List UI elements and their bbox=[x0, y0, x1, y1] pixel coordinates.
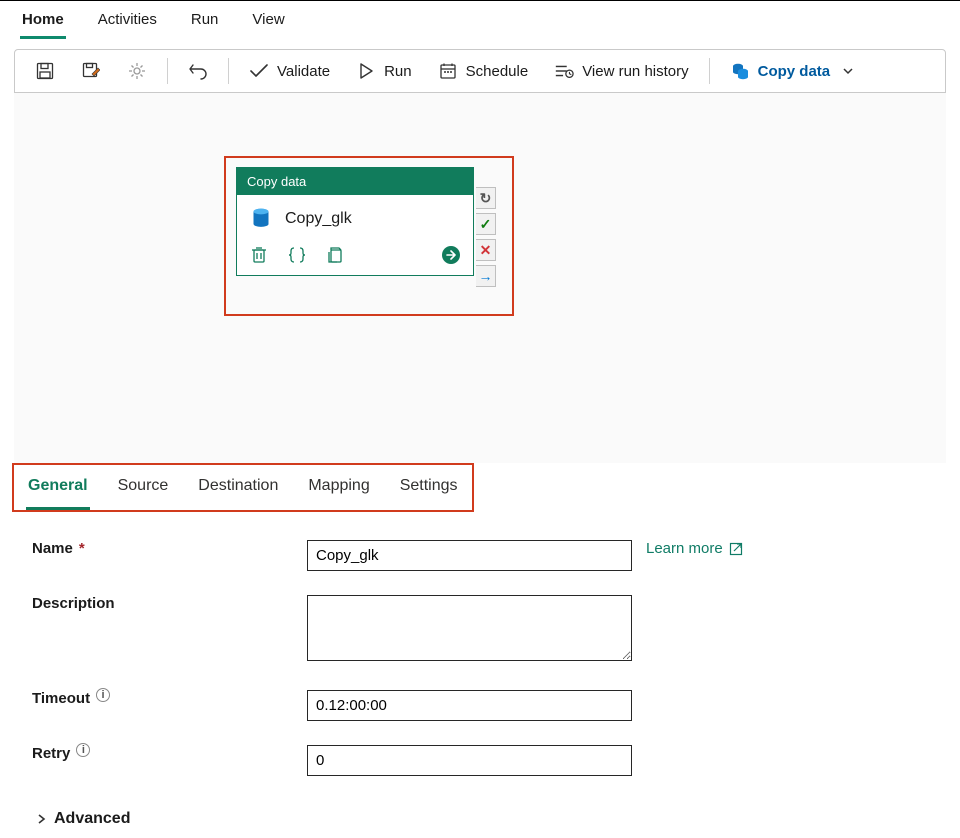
copy-data-label: Copy data bbox=[758, 63, 831, 80]
description-input[interactable] bbox=[307, 595, 632, 661]
retry-input[interactable] bbox=[307, 745, 632, 776]
external-link-icon bbox=[729, 542, 743, 556]
undo-icon bbox=[188, 61, 208, 81]
save-as-icon bbox=[81, 61, 101, 81]
required-indicator: * bbox=[79, 540, 85, 557]
play-icon bbox=[356, 61, 376, 81]
activity-status-handles: ↻ ✓ ✕ → bbox=[476, 187, 496, 287]
info-icon[interactable]: i bbox=[96, 688, 110, 702]
activity-body: Copy_glk bbox=[237, 195, 473, 239]
loop-handle[interactable]: ↻ bbox=[476, 187, 496, 209]
arrow-right-circle-icon[interactable] bbox=[441, 245, 461, 265]
validate-label: Validate bbox=[277, 63, 330, 80]
save-button[interactable] bbox=[25, 55, 65, 87]
database-icon bbox=[730, 61, 750, 81]
name-label: Name* bbox=[32, 540, 307, 557]
schedule-label: Schedule bbox=[466, 63, 529, 80]
save-icon bbox=[35, 61, 55, 81]
properties-panel: General Source Destination Mapping Setti… bbox=[0, 463, 960, 838]
info-icon[interactable]: i bbox=[76, 743, 90, 757]
general-form: Name* Learn more Description Timeout i bbox=[12, 512, 948, 810]
tab-destination[interactable]: Destination bbox=[196, 465, 280, 510]
retry-label: Retry i bbox=[32, 745, 307, 762]
gear-icon bbox=[127, 61, 147, 81]
run-label: Run bbox=[384, 63, 412, 80]
highlight-tabs: General Source Destination Mapping Setti… bbox=[12, 463, 474, 512]
success-handle[interactable]: ✓ bbox=[476, 213, 496, 235]
copy-data-button[interactable]: Copy data bbox=[720, 55, 869, 87]
top-menu: Home Activities Run View bbox=[0, 0, 960, 39]
failure-handle[interactable]: ✕ bbox=[476, 239, 496, 261]
description-label: Description bbox=[32, 595, 307, 612]
copy-data-activity[interactable]: Copy data Copy_glk bbox=[236, 167, 474, 276]
chevron-down-icon bbox=[838, 61, 858, 81]
tab-settings[interactable]: Settings bbox=[398, 465, 460, 510]
copy-icon[interactable] bbox=[325, 245, 345, 265]
tab-mapping[interactable]: Mapping bbox=[306, 465, 371, 510]
toolbar: Validate Run Schedule View run history bbox=[14, 49, 946, 93]
view-run-history-label: View run history bbox=[582, 63, 688, 80]
name-input[interactable] bbox=[307, 540, 632, 571]
database-icon bbox=[251, 209, 271, 229]
timeout-input[interactable] bbox=[307, 690, 632, 721]
menu-view[interactable]: View bbox=[250, 9, 286, 39]
run-button[interactable]: Run bbox=[346, 55, 422, 87]
toolbar-separator bbox=[228, 58, 229, 84]
chevron-right-icon bbox=[36, 813, 48, 825]
save-as-button[interactable] bbox=[71, 55, 111, 87]
view-run-history-button[interactable]: View run history bbox=[544, 55, 698, 87]
activity-footer bbox=[237, 239, 473, 275]
toolbar-separator bbox=[709, 58, 710, 84]
code-braces-icon[interactable] bbox=[287, 245, 307, 265]
toolbar-separator bbox=[167, 58, 168, 84]
learn-more-link[interactable]: Learn more bbox=[646, 540, 743, 557]
validate-button[interactable]: Validate bbox=[239, 55, 340, 87]
menu-activities[interactable]: Activities bbox=[96, 9, 159, 39]
completion-handle[interactable]: → bbox=[476, 265, 496, 287]
run-history-icon bbox=[554, 61, 574, 81]
calendar-icon bbox=[438, 61, 458, 81]
tab-general[interactable]: General bbox=[26, 465, 90, 510]
settings-gear-button[interactable] bbox=[117, 55, 157, 87]
timeout-label: Timeout i bbox=[32, 690, 307, 707]
activity-name: Copy_glk bbox=[285, 210, 352, 228]
menu-home[interactable]: Home bbox=[20, 9, 66, 39]
delete-icon[interactable] bbox=[249, 245, 269, 265]
check-icon bbox=[249, 61, 269, 81]
menu-run[interactable]: Run bbox=[189, 9, 221, 39]
toolbar-container: Validate Run Schedule View run history bbox=[0, 39, 960, 463]
undo-button[interactable] bbox=[178, 55, 218, 87]
schedule-button[interactable]: Schedule bbox=[428, 55, 539, 87]
activity-header: Copy data bbox=[237, 168, 473, 195]
tab-source[interactable]: Source bbox=[116, 465, 171, 510]
pipeline-canvas[interactable]: Copy data Copy_glk bbox=[14, 93, 946, 463]
